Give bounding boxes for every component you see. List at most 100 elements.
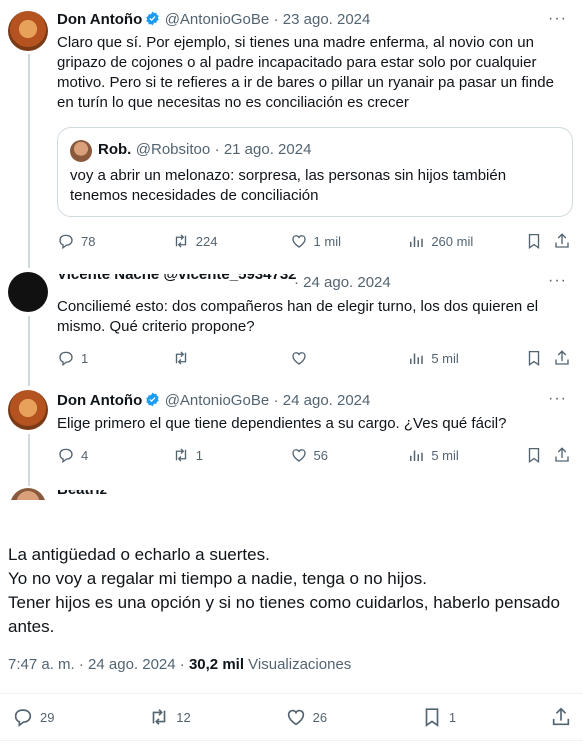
analytics-icon bbox=[410, 450, 424, 461]
tweet-date[interactable]: · 24 ago. 2024 bbox=[294, 274, 391, 291]
thread-line bbox=[28, 54, 30, 268]
tweet-date[interactable]: · 24 ago. 2024 bbox=[274, 392, 371, 409]
quote-author-name: Rob. bbox=[98, 141, 132, 158]
bookmark-icon bbox=[425, 708, 439, 727]
reply-icon bbox=[59, 351, 73, 367]
tweet-header-partial: Vicente Nache @vicente_59347329 bbox=[57, 274, 297, 286]
tweet-header: Don Antoño @AntonioGoBe · 23 ago. 2024 bbox=[57, 11, 370, 29]
more-icon[interactable]: ··· bbox=[548, 272, 567, 290]
views-button[interactable]: 5 mil bbox=[407, 446, 525, 464]
reply-count: 4 bbox=[81, 447, 89, 463]
like-count: 26 bbox=[312, 709, 328, 725]
avatar[interactable] bbox=[8, 11, 48, 51]
retweet-icon bbox=[175, 448, 186, 462]
view-count: 5 mil bbox=[431, 350, 459, 366]
main-text-line: Yo no voy a regalar mi tiempo a nadie, t… bbox=[8, 569, 427, 588]
author-name-partial[interactable]: Vicente Nache @vicente_59347329 bbox=[57, 274, 297, 283]
like-button[interactable]: 1 mil bbox=[290, 232, 408, 250]
bookmark-button[interactable] bbox=[525, 349, 553, 367]
more-icon[interactable]: ··· bbox=[548, 390, 567, 408]
bookmark-icon bbox=[528, 447, 540, 464]
quote-header: Rob. @Robsitoo · 21 ago. 2024 bbox=[98, 141, 311, 159]
bookmark-button[interactable] bbox=[525, 446, 553, 464]
tweet-date[interactable]: · 23 ago. 2024 bbox=[274, 11, 371, 28]
main-text-line: La antigüedad o echarlo a suertes. bbox=[8, 545, 270, 564]
retweet-icon bbox=[175, 234, 186, 248]
tweet-text: Conciliemé esto: dos compañeros han de e… bbox=[57, 298, 539, 335]
retweet-count: 1 bbox=[195, 447, 204, 463]
retweet-button[interactable]: 1 bbox=[172, 446, 290, 464]
tweet-text: Elige primero el que tiene dependientes … bbox=[57, 415, 507, 432]
views-button[interactable]: 260 mil bbox=[407, 232, 525, 250]
reply-button[interactable]: 1 bbox=[57, 349, 172, 367]
views-count: 30,2 mil bbox=[188, 656, 244, 673]
views-label: Visualizaciones bbox=[248, 656, 352, 673]
quote-author-handle: @Robsitoo bbox=[135, 141, 211, 158]
reply-count: 1 bbox=[81, 350, 89, 366]
share-button[interactable] bbox=[553, 232, 573, 250]
quote-avatar bbox=[70, 140, 92, 162]
share-button[interactable] bbox=[553, 349, 573, 367]
timestamp[interactable]: 7:47 a. m. · 24 ago. 2024 · bbox=[8, 656, 185, 673]
reply-icon bbox=[14, 709, 32, 727]
heart-icon bbox=[291, 352, 306, 365]
avatar-partial[interactable] bbox=[10, 488, 46, 500]
retweet-button[interactable]: 224 bbox=[172, 232, 290, 250]
divider bbox=[0, 740, 583, 741]
reply-icon bbox=[59, 448, 73, 464]
heart-icon bbox=[287, 709, 304, 726]
main-tweet-text: La antigüedad o echarlo a suertes. Yo no… bbox=[8, 543, 573, 639]
analytics-icon bbox=[410, 353, 424, 364]
reply-button[interactable]: 78 bbox=[57, 232, 172, 250]
quoted-tweet[interactable]: Rob. @Robsitoo · 21 ago. 2024 voy a abri… bbox=[57, 127, 573, 217]
retweet-button[interactable] bbox=[172, 349, 290, 367]
heart-icon bbox=[291, 235, 306, 248]
retweet-count: 12 bbox=[176, 709, 191, 725]
main-text-line: Tener hijos es una opción y si no tienes… bbox=[8, 593, 560, 636]
verified-badge-icon bbox=[146, 392, 159, 407]
main-actions: 29 12 26 1 bbox=[12, 706, 572, 728]
more-icon[interactable]: ··· bbox=[548, 10, 567, 28]
like-button[interactable]: 26 bbox=[285, 706, 327, 728]
reply-count: 29 bbox=[40, 709, 55, 725]
author-name[interactable]: Don Antoño bbox=[57, 392, 142, 409]
retweet-count: 224 bbox=[195, 233, 218, 249]
share-button[interactable] bbox=[553, 446, 573, 464]
like-count: 1 mil bbox=[313, 233, 341, 249]
avatar[interactable] bbox=[8, 390, 48, 430]
header-fade bbox=[0, 500, 583, 528]
views-button[interactable]: 5 mil bbox=[407, 349, 525, 367]
view-count: 260 mil bbox=[431, 233, 474, 249]
main-tweet-meta: 7:47 a. m. · 24 ago. 2024 · 30,2 mil Vis… bbox=[8, 656, 351, 673]
author-handle[interactable]: @AntonioGoBe bbox=[165, 392, 269, 409]
author-name[interactable]: Don Antoño bbox=[57, 11, 142, 28]
divider bbox=[0, 693, 583, 694]
share-icon bbox=[552, 707, 570, 726]
reply-icon bbox=[59, 234, 73, 250]
bookmark-icon bbox=[528, 233, 540, 250]
verified-badge-icon bbox=[146, 11, 159, 26]
tweet-actions: 1 5 mil bbox=[57, 348, 573, 368]
retweet-icon bbox=[152, 709, 166, 725]
quote-date: · 21 ago. 2024 bbox=[214, 141, 312, 158]
thread-line bbox=[28, 434, 30, 486]
author-name-partial[interactable]: Beatriz bbox=[57, 490, 107, 498]
retweet-icon bbox=[175, 351, 186, 365]
share-icon bbox=[555, 350, 569, 365]
share-button[interactable] bbox=[550, 706, 572, 728]
tweet-actions: 4 1 56 5 mil bbox=[57, 445, 573, 465]
share-icon bbox=[555, 447, 569, 462]
avatar[interactable] bbox=[8, 272, 48, 312]
retweet-button[interactable]: 12 bbox=[148, 706, 191, 728]
bookmark-button[interactable] bbox=[525, 232, 553, 250]
thread-line bbox=[28, 316, 30, 386]
like-button[interactable]: 56 bbox=[290, 446, 408, 464]
reply-button[interactable]: 29 bbox=[12, 706, 54, 728]
reply-button[interactable]: 4 bbox=[57, 446, 172, 464]
bookmark-icon bbox=[528, 350, 540, 367]
analytics-icon bbox=[410, 236, 424, 247]
like-button[interactable] bbox=[290, 349, 408, 367]
bookmark-button[interactable]: 1 bbox=[421, 706, 456, 728]
author-handle[interactable]: @AntonioGoBe bbox=[165, 11, 269, 28]
tweet-header: Don Antoño @AntonioGoBe · 24 ago. 2024 bbox=[57, 392, 370, 410]
